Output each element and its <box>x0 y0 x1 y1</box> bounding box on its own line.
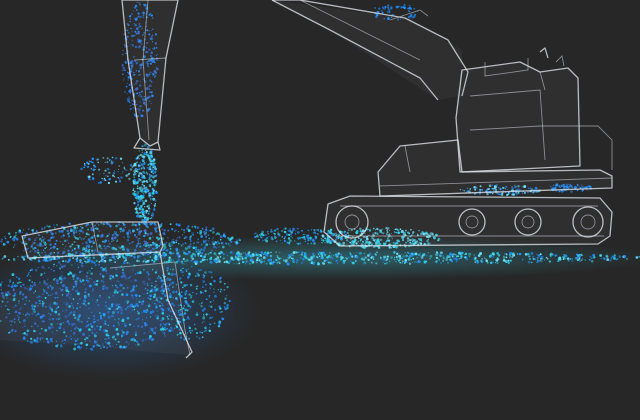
simulation-viewport <box>0 0 640 420</box>
scene-canvas <box>0 0 640 420</box>
track-assembly <box>323 195 613 247</box>
